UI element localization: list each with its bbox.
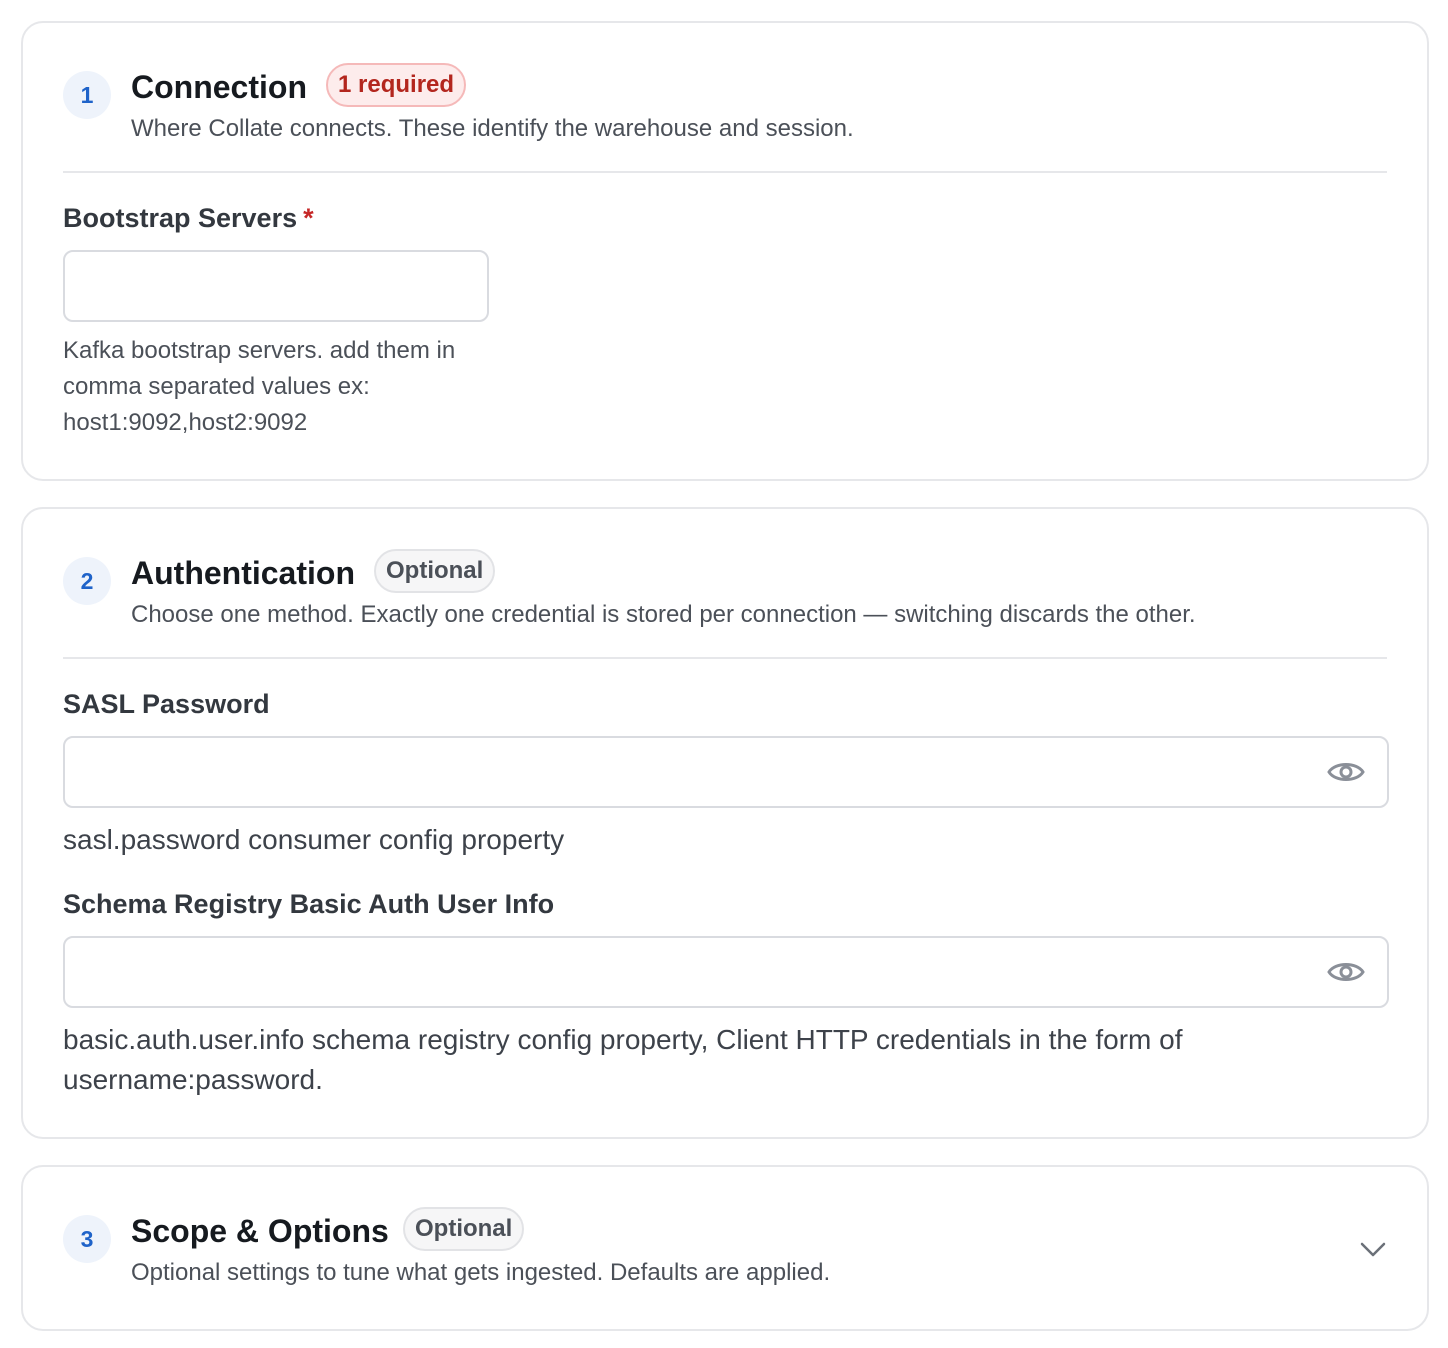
section-subtitle: Where Collate connects. These identify t…: [131, 115, 854, 142]
chevron-down-icon[interactable]: [1359, 1237, 1387, 1261]
required-count-badge: 1 required: [326, 63, 467, 107]
section-title: Scope & Options: [131, 1213, 389, 1249]
sasl-password-input[interactable]: [65, 738, 1315, 806]
step-number-badge: 1: [63, 71, 111, 119]
eye-icon[interactable]: [1327, 755, 1365, 789]
schema-registry-auth-label: Schema Registry Basic Auth User Info: [63, 889, 555, 919]
schema-registry-auth-field: [63, 936, 1389, 1008]
step-number-badge: 2: [63, 557, 111, 605]
section-subtitle: Choose one method. Exactly one credentia…: [131, 601, 1196, 628]
connection-section: 1 Connection 1 required Where Collate co…: [21, 21, 1429, 481]
schema-registry-auth-input[interactable]: [65, 938, 1315, 1006]
authentication-section: 2 Authentication Optional Choose one met…: [21, 507, 1429, 1139]
field-help-text: Kafka bootstrap servers. add them in com…: [63, 337, 456, 436]
eye-icon[interactable]: [1327, 955, 1365, 989]
section-title: Authentication: [131, 555, 355, 591]
divider: [63, 171, 1387, 173]
field-label: Bootstrap Servers *: [63, 201, 314, 235]
required-asterisk: *: [303, 203, 314, 233]
field-help-text: basic.auth.user.info schema registry con…: [63, 1024, 1183, 1095]
sasl-password-label: SASL Password: [63, 689, 270, 719]
section-subtitle: Optional settings to tune what gets inge…: [131, 1259, 831, 1286]
sasl-password-field: [63, 736, 1389, 808]
divider: [63, 657, 1387, 659]
optional-badge: Optional: [374, 549, 496, 593]
bootstrap-servers-input[interactable]: [63, 250, 489, 322]
section-title: Connection: [131, 69, 307, 105]
scope-options-section[interactable]: 3 Scope & Options Optional Optional sett…: [21, 1165, 1429, 1331]
optional-badge: Optional: [403, 1207, 525, 1251]
field-help-text: sasl.password consumer config property: [63, 824, 565, 855]
bootstrap-servers-label: Bootstrap Servers: [63, 203, 298, 233]
step-number-badge: 3: [63, 1215, 111, 1263]
